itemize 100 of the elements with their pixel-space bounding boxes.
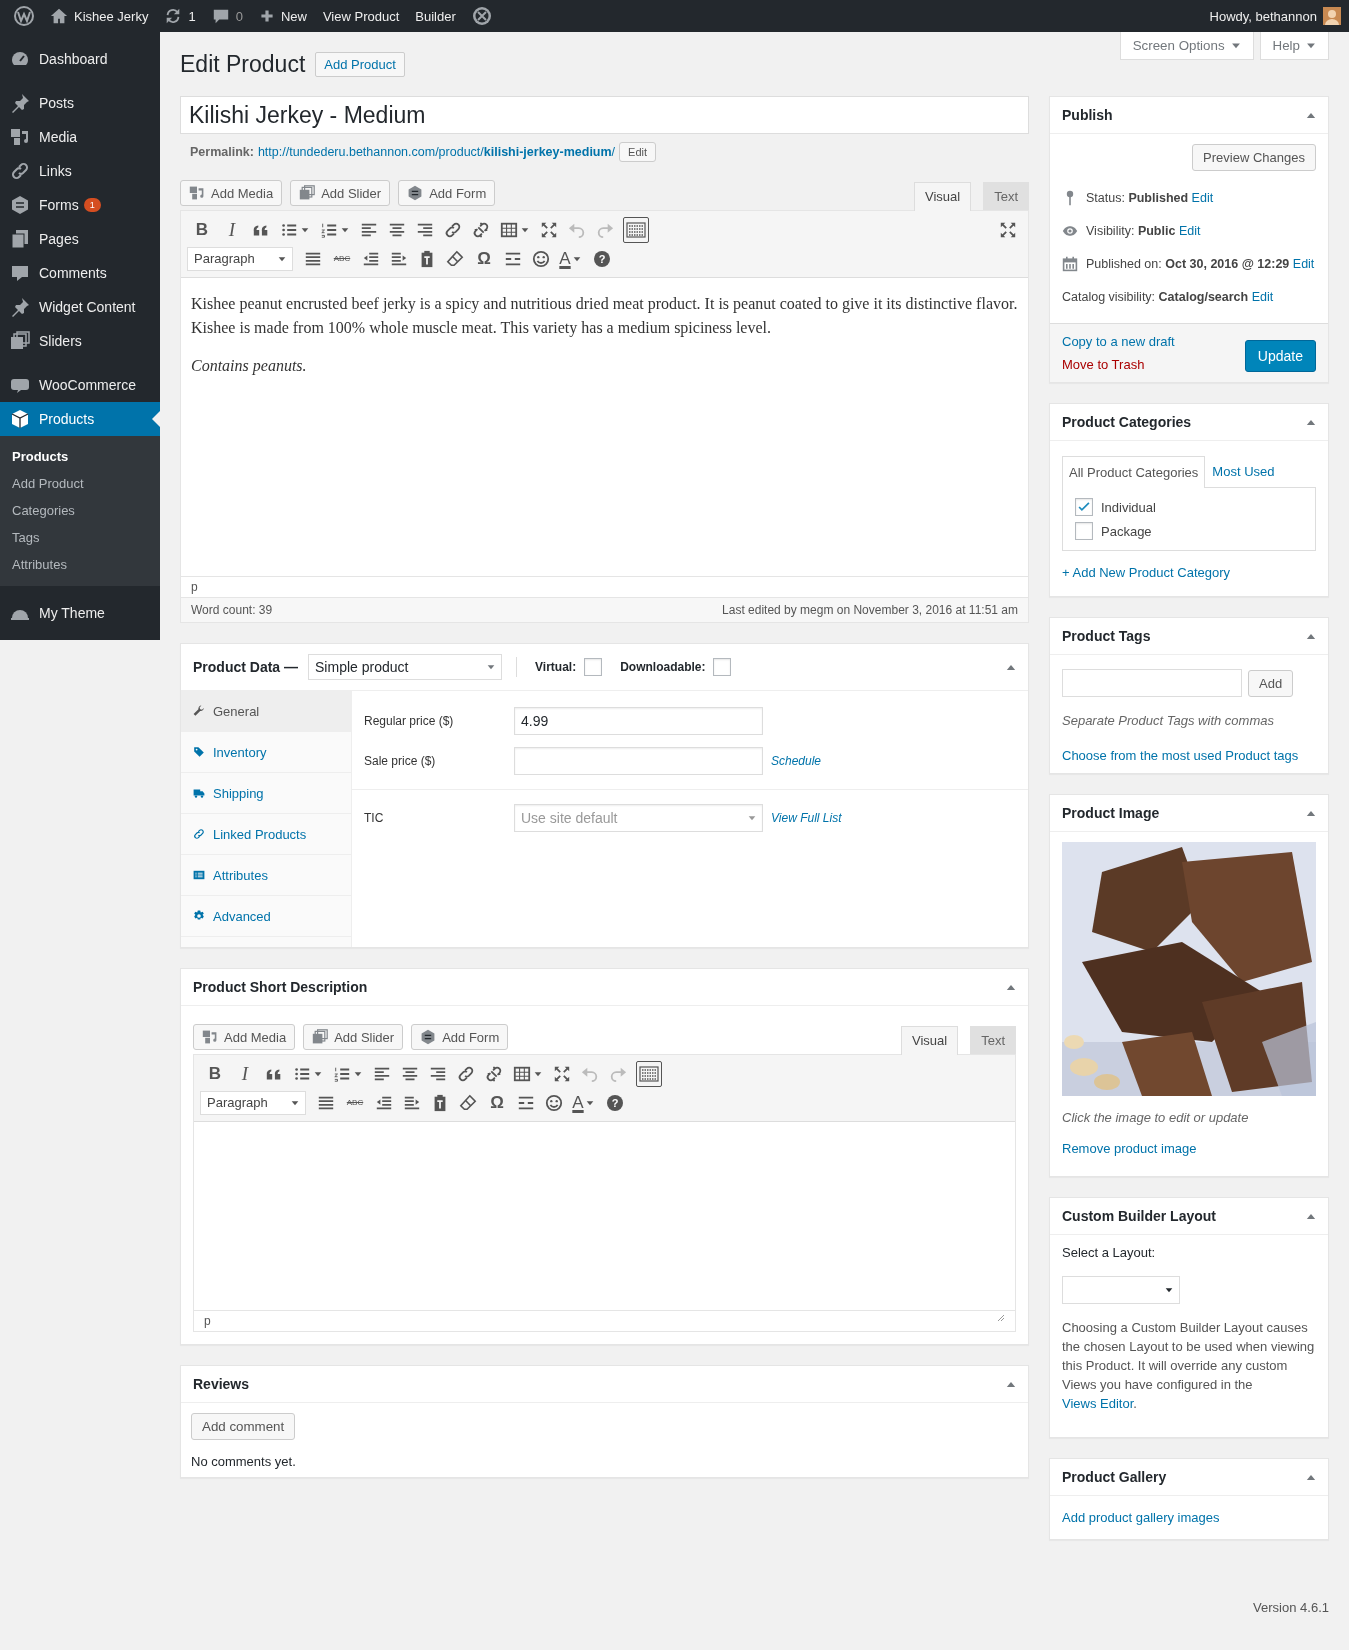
input-field[interactable]: 4.99 [514,707,763,735]
menu-item[interactable]: Products [0,402,160,436]
product-type-select[interactable]: Simple product [308,654,502,680]
menu-item[interactable]: Links [0,154,160,188]
most-used-tags-link[interactable]: Choose from the most used Product tags [1062,748,1299,763]
checkbox[interactable] [713,658,732,676]
caret-icon[interactable] [534,1070,542,1077]
add-product-button[interactable]: Add Product [315,51,405,77]
toolbar-link[interactable]: View Product [322,8,400,24]
link-icon[interactable] [457,1064,475,1083]
strikethrough-button[interactable]: ABC [327,254,357,263]
collapse-icon[interactable] [1306,111,1316,119]
submenu-item[interactable]: Categories [0,497,160,524]
product-data-tab[interactable]: Shipping [181,773,351,814]
toolbar-toggle-icon[interactable] [636,1060,662,1087]
product-data-tab[interactable]: Linked Products [181,814,351,855]
media-button[interactable]: Add Media [193,1024,296,1050]
edit-link[interactable]: Edit [1191,190,1214,205]
edit-link[interactable]: Edit [1292,256,1315,271]
menu-item[interactable]: My Theme [0,596,160,630]
product-data-tab[interactable]: Inventory [181,732,351,773]
media-button[interactable]: Add Media [180,180,283,206]
title-field[interactable]: Kilishi Jerkey - Medium [180,96,1029,134]
media-button[interactable]: Add Slider [303,1024,404,1050]
add-gallery-link[interactable]: Add product gallery images [1062,1510,1220,1525]
menu-item[interactable]: WooCommerce [0,368,160,402]
product-data-tab[interactable]: Attributes [181,855,351,896]
collapse-icon[interactable] [1006,1380,1016,1388]
help-button[interactable]: ? [607,1094,623,1111]
submenu-item[interactable]: Add Product [0,470,160,497]
copy-draft-link[interactable]: Copy to a new draft [1062,334,1175,349]
special-character-button[interactable]: Ω [482,1092,512,1113]
italic-button[interactable]: I [217,218,247,241]
text-color-button[interactable]: A [555,248,575,269]
add-category-link[interactable]: + Add New Product Category [1062,565,1230,580]
remove-image-link[interactable]: Remove product image [1062,1141,1197,1156]
field-link[interactable]: Schedule [771,754,822,768]
permalink-link[interactable]: http://tundederu.bethannon.com/product/kilishi-jerkey-medium/ [257,145,616,159]
category-tab[interactable]: Most Used [1205,455,1282,487]
menu-item[interactable]: Comments [0,256,160,290]
preview-button[interactable]: Preview Changes [1192,144,1316,171]
tag-input-field[interactable] [1062,669,1242,697]
table-icon[interactable] [500,220,518,239]
table-icon[interactable] [513,1064,531,1083]
menu-item[interactable]: Media [0,120,160,154]
smiley-icon[interactable] [532,249,550,268]
format-select[interactable]: Paragraph [200,1090,306,1115]
menu-item[interactable]: Posts [0,86,160,120]
add-tag-button[interactable]: Add [1248,669,1294,697]
italic-button[interactable]: I [230,1062,260,1085]
menu-item[interactable]: Pages [0,222,160,256]
menu-item[interactable]: Dashboard [0,42,160,76]
input-field[interactable] [514,747,763,775]
caret-icon[interactable] [341,226,349,233]
collapse-icon[interactable] [1006,663,1016,671]
help-button[interactable]: ? [594,250,610,267]
caret-icon[interactable] [314,1070,322,1077]
add-comment-button[interactable]: Add comment [191,1413,296,1440]
expand-icon[interactable] [999,220,1017,239]
strikethrough-button[interactable]: ABC [340,1098,370,1107]
field-link[interactable]: View Full List [771,811,842,825]
account-greeting[interactable]: Howdy, bethannon [1209,8,1317,24]
resize-grip-icon[interactable] [997,1314,1005,1322]
category-tab[interactable]: All Product Categories [1062,456,1206,488]
product-data-tab[interactable]: Advanced [181,896,351,937]
checkbox[interactable] [1075,498,1093,516]
trash-link[interactable]: Move to Trash [1062,357,1175,372]
bold-button[interactable]: B [200,1063,230,1084]
eraser-icon[interactable] [446,249,464,268]
checkbox[interactable] [1075,522,1093,540]
editor-tab[interactable]: Text [970,1026,1016,1054]
menu-item[interactable]: Widget Content [0,290,160,324]
collapse-icon[interactable] [1306,632,1316,640]
screen-tab[interactable]: Help [1259,32,1329,60]
submenu-item[interactable]: Tags [0,524,160,551]
collapse-icon[interactable] [1006,983,1016,991]
caret-icon[interactable] [586,1099,594,1106]
submenu-item[interactable]: Attributes [0,551,160,578]
edit-link[interactable]: Edit [1251,289,1274,304]
update-button[interactable]: Update [1244,340,1316,372]
screen-tab[interactable]: Screen Options [1119,32,1254,60]
caret-icon[interactable] [573,255,581,262]
editor-tab[interactable]: Visual [913,182,972,211]
editor-tab[interactable]: Visual [900,1026,959,1055]
link-icon[interactable] [444,220,462,239]
menu-item[interactable]: Sliders [0,324,160,358]
caret-icon[interactable] [354,1070,362,1077]
caret-icon[interactable] [521,226,529,233]
product-data-tab[interactable]: General [181,691,351,732]
collapse-icon[interactable] [1306,1473,1316,1481]
fullscreen-icon[interactable] [553,1064,571,1083]
menu-item[interactable]: Forms 1 [0,188,160,222]
format-select[interactable]: Paragraph [187,246,293,271]
toolbar-link[interactable]: Builder [415,8,456,24]
collapse-icon[interactable] [1306,1212,1316,1220]
edit-button[interactable]: Edit [619,142,657,162]
media-button[interactable]: Add Form [398,180,496,206]
logo-icon[interactable] [14,6,34,26]
unlink-icon[interactable] [472,220,490,239]
media-button[interactable]: Add Form [411,1024,509,1050]
